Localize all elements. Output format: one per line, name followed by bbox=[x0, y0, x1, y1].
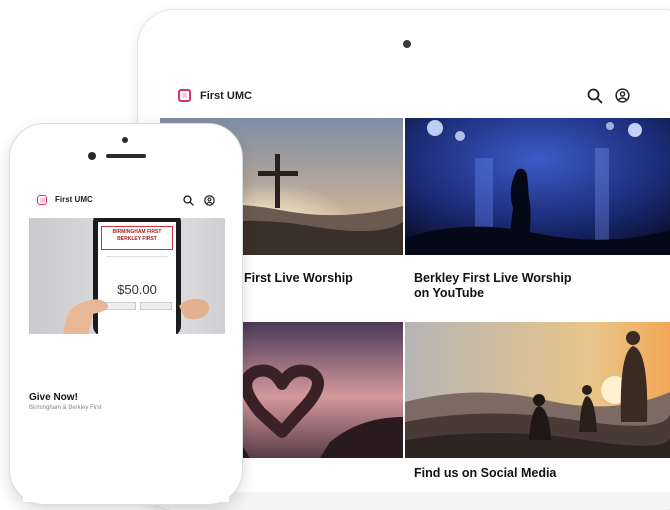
amount-option bbox=[140, 302, 172, 310]
app-title: First UMC bbox=[200, 90, 252, 102]
phone-app-bar: First UMC bbox=[23, 182, 229, 212]
tile-title-berkley-live-worship[interactable]: Berkley First Live Worship on YouTube bbox=[414, 271, 571, 301]
tile-berkley-live-worship-image[interactable] bbox=[405, 118, 670, 255]
tile-social-media-image[interactable] bbox=[405, 322, 670, 458]
tablet-app-bar: First UMC bbox=[160, 72, 670, 118]
sunset-people-image bbox=[405, 322, 670, 458]
give-now-subtitle: Birmingham & Berkley First bbox=[29, 405, 102, 411]
tile-title-line2: on YouTube bbox=[414, 286, 485, 300]
phone-screen: First UMC BIRMINGHAM FIRST BERKLEY FIRST bbox=[23, 182, 229, 502]
phone-speaker bbox=[106, 154, 146, 158]
phone-device: First UMC BIRMINGHAM FIRST BERKLEY FIRST bbox=[10, 124, 242, 504]
concert-hands-image bbox=[405, 118, 670, 255]
divider bbox=[106, 256, 168, 257]
give-now-title[interactable]: Give Now! bbox=[29, 392, 78, 403]
church-logo-icon[interactable] bbox=[37, 195, 47, 205]
give-now-image[interactable]: BIRMINGHAM FIRST BERKLEY FIRST $50.00 bbox=[29, 218, 225, 334]
account-circle-icon[interactable] bbox=[204, 195, 215, 206]
tile-title-line1: Berkley First Live Worship bbox=[414, 271, 572, 285]
banner-line1: BIRMINGHAM FIRST bbox=[112, 229, 162, 235]
phone-camera bbox=[88, 152, 96, 160]
tile-title-first-live-worship[interactable]: First Live Worship bbox=[244, 271, 353, 286]
phone-sensor bbox=[122, 137, 128, 143]
thumb-image bbox=[179, 298, 210, 320]
account-circle-icon[interactable] bbox=[615, 88, 630, 103]
church-logo-icon[interactable] bbox=[178, 89, 191, 102]
banner-line2: BERKLEY FIRST bbox=[117, 236, 157, 242]
app-title: First UMC bbox=[55, 195, 93, 204]
search-icon[interactable] bbox=[587, 88, 603, 104]
search-icon[interactable] bbox=[183, 195, 194, 206]
tablet-camera bbox=[403, 40, 411, 48]
hand-image bbox=[63, 299, 109, 334]
tile-title-social-media[interactable]: Find us on Social Media bbox=[414, 466, 556, 481]
church-banner: BIRMINGHAM FIRST BERKLEY FIRST bbox=[101, 226, 173, 250]
